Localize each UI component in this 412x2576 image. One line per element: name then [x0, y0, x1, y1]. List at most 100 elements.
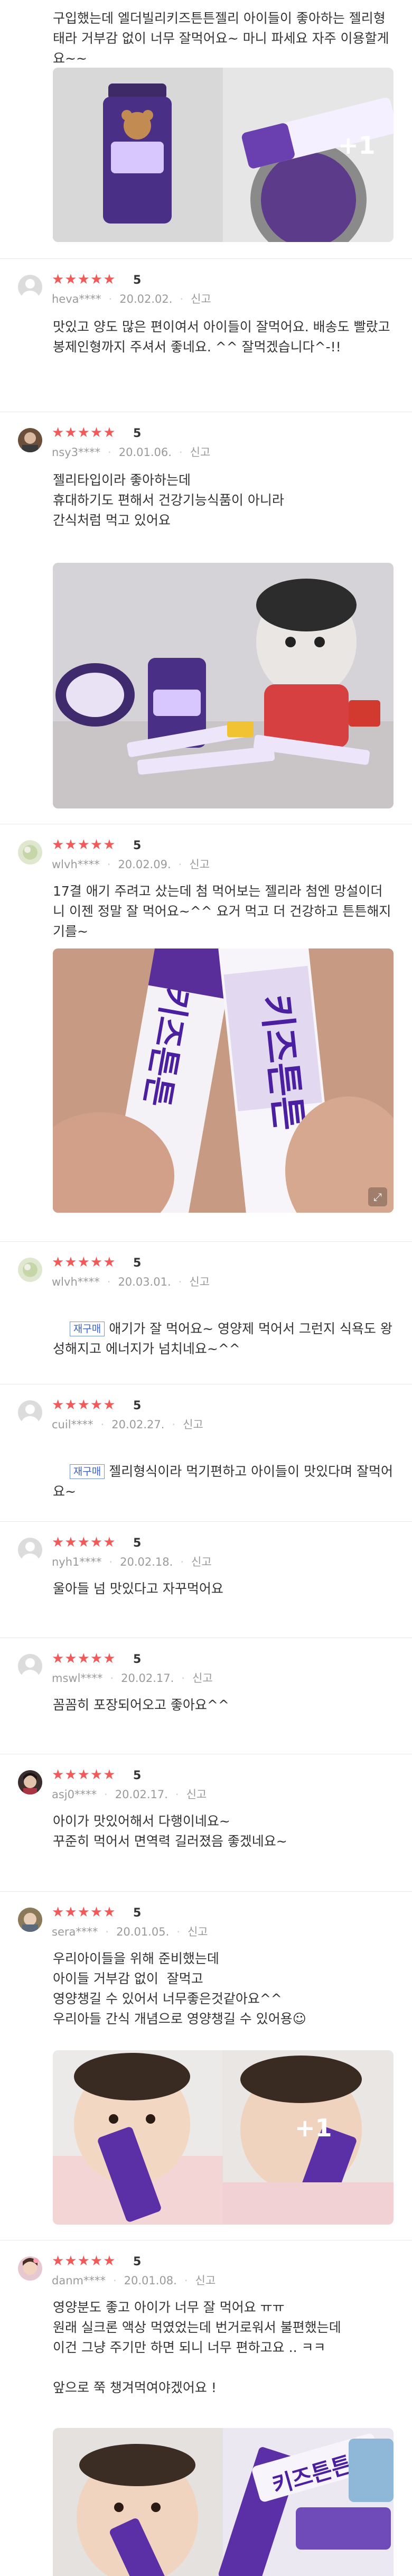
review-header: ★★★★★ 5 mswl**** · 20.02.17. · 신고 — [18, 1651, 388, 1686]
author-id: cuil**** — [52, 1418, 93, 1431]
review-date: 20.01.08. — [124, 2274, 177, 2287]
review-header: ★★★★★ 5 nyh1**** · 20.02.18. · 신고 — [18, 1535, 388, 1569]
review-item: ★★★★★ 5 asj0**** · 20.02.17. · 신고 아이가 맛있어해서 … — [0, 1754, 412, 1892]
more-photos-count: +1 — [295, 2114, 332, 2142]
expand-icon[interactable]: ⤢ — [368, 1187, 387, 1206]
product-photo: 키즈튼튼 키즈튼튼 — [53, 948, 394, 1213]
report-link[interactable]: 신고 — [188, 1926, 208, 1938]
review-meta: heva**** · 20.02.02. · 신고 — [52, 293, 211, 305]
author-id: heva**** — [52, 293, 101, 305]
report-link[interactable]: 신고 — [189, 858, 210, 871]
review-photos[interactable]: 키즈튼튼 — [53, 2428, 394, 2576]
author-id: wlvh**** — [52, 858, 100, 871]
review-item: ★★★★★ 5 nyh1**** · 20.02.18. · 신고 울아들 넘 맛있다고… — [0, 1522, 412, 1638]
avatar — [18, 1770, 42, 1794]
avatar-photo — [18, 1258, 42, 1282]
review-meta: sera**** · 20.01.05. · 신고 — [52, 1926, 208, 1938]
report-link[interactable]: 신고 — [191, 1556, 212, 1568]
rating-score: 5 — [133, 1257, 142, 1270]
review-text: 구입했는데 엘더빌리키즈튼튼젤리 아이들이 좋아하는 젤리형태라 거부감 없이 … — [53, 11, 389, 66]
avatar — [18, 428, 42, 452]
review-header: ★★★★★ 5 wlvh**** · 20.03.01. · 신고 — [18, 1254, 388, 1289]
more-photos-count: +1 — [338, 131, 376, 160]
author-id: nyh1**** — [52, 1556, 102, 1568]
review-meta: wlvh**** · 20.03.01. · 신고 — [52, 1276, 210, 1288]
rating-score: 5 — [133, 2255, 142, 2268]
review-item: ★★★★★ 5 mswl**** · 20.02.17. · 신고 꼼꼼히 포장되어오고… — [0, 1638, 412, 1754]
rating-score: 5 — [133, 274, 142, 287]
report-link[interactable]: 신고 — [192, 1672, 213, 1685]
review-meta: danm**** · 20.01.08. · 신고 — [52, 2274, 216, 2287]
rating-score: 5 — [133, 1537, 142, 1550]
avatar-photo — [18, 840, 42, 864]
review-meta: mswl**** · 20.02.17. · 신고 — [52, 1672, 213, 1685]
child-photo-pair — [53, 2050, 394, 2225]
review-text: 영양분도 좋고 아이가 너무 잘 먹어요 ㅠㅠ 원래 실크론 액상 먹였었는데 … — [53, 2300, 341, 2395]
report-link[interactable]: 신고 — [195, 2274, 216, 2287]
report-link[interactable]: 신고 — [191, 293, 211, 305]
star-rating: ★★★★★ — [52, 837, 116, 853]
review-item: 구입했는데 엘더빌리키즈튼튼젤리 아이들이 좋아하는 젤리형태라 거부감 없이 … — [0, 0, 412, 259]
review-item: ★★★★★ 5 danm**** · 20.01.08. · 신고 영양분도 좋고 아이… — [0, 2240, 412, 2576]
review-photos[interactable]: 키즈튼튼 키즈튼튼 ⤢ — [53, 948, 394, 1213]
review-date: 20.02.27. — [111, 1418, 165, 1431]
review-date: 20.03.01. — [118, 1276, 171, 1288]
review-header: ★★★★★ 5 sera**** · 20.01.05. · 신고 — [18, 1904, 388, 1939]
author-id: danm**** — [52, 2274, 106, 2287]
review-text: 우리아이들을 위해 준비했는데 아이들 거부감 없이 잘먹고 영양챙길 수 있어… — [53, 1951, 306, 2026]
author-id: asj0**** — [52, 1788, 97, 1801]
review-date: 20.02.17. — [121, 1672, 174, 1685]
review-header: ★★★★★ 5 cuil**** · 20.02.27. · 신고 — [18, 1397, 388, 1432]
author-id: sera**** — [52, 1926, 98, 1938]
child-photo-pair: 키즈튼튼 — [53, 2428, 394, 2576]
report-link[interactable]: 신고 — [190, 446, 211, 459]
review-meta: asj0**** · 20.02.17. · 신고 — [52, 1788, 207, 1801]
review-item: ★★★★★ 5 cuil**** · 20.02.27. · 신고 재구매 젤리형식이라 … — [0, 1384, 412, 1522]
star-rating: ★★★★★ — [52, 1904, 116, 1920]
author-id: wlvh**** — [52, 1276, 100, 1288]
star-rating: ★★★★★ — [52, 1535, 116, 1550]
report-link[interactable]: 신고 — [186, 1788, 207, 1801]
review-text: 젤리타입이라 좋아하는데 휴대하기도 편해서 건강기능식품이 아니라 간식처럼 … — [53, 472, 284, 528]
review-text: 울아들 넘 맛있다고 자꾸먹어요 — [53, 1581, 223, 1596]
avatar — [18, 1654, 42, 1678]
avatar — [18, 1400, 42, 1425]
review-meta: wlvh**** · 20.02.09. · 신고 — [52, 858, 210, 871]
avatar-photo — [18, 1770, 42, 1794]
review-item: ★★★★★ 5 nsy3**** · 20.01.06. · 신고 젤리타입이라 좋아하… — [0, 412, 412, 824]
star-rating: ★★★★★ — [52, 1651, 116, 1667]
repurchase-badge: 재구매 — [69, 1322, 105, 1336]
star-rating: ★★★★★ — [52, 2253, 116, 2269]
author-id: nsy3**** — [52, 446, 101, 459]
review-item: ★★★★★ 5 wlvh**** · 20.03.01. · 신고 재구매 애기가 잘 먹… — [0, 1242, 412, 1384]
review-date: 20.02.09. — [118, 858, 171, 871]
report-link[interactable]: 신고 — [189, 1276, 210, 1288]
avatar — [18, 1258, 42, 1282]
review-item: ★★★★★ 5 heva**** · 20.02.02. · 신고 맛있고 양도 많은 … — [0, 259, 412, 412]
star-rating: ★★★★★ — [52, 1254, 116, 1270]
rating-score: 5 — [133, 1399, 142, 1412]
review-date: 20.02.02. — [119, 293, 173, 305]
product-photo — [53, 563, 394, 808]
rating-score: 5 — [133, 427, 142, 440]
rating-score: 5 — [133, 1653, 142, 1666]
author-id: mswl**** — [52, 1672, 103, 1685]
star-rating: ★★★★★ — [52, 1397, 116, 1413]
star-rating: ★★★★★ — [52, 272, 116, 287]
report-link[interactable]: 신고 — [183, 1418, 203, 1431]
avatar-photo — [18, 428, 42, 452]
review-date: 20.02.18. — [120, 1556, 173, 1568]
review-date: 20.01.06. — [118, 446, 172, 459]
review-item: ★★★★★ 5 wlvh**** · 20.02.09. · 신고 17결 애기 주려고… — [0, 824, 412, 1242]
review-header: ★★★★★ 5 wlvh**** · 20.02.09. · 신고 — [18, 837, 388, 872]
review-header: ★★★★★ 5 asj0**** · 20.02.17. · 신고 — [18, 1767, 388, 1802]
review-text: 꼼꼼히 포장되어오고 좋아요^^ — [53, 1697, 229, 1713]
review-photos[interactable]: +1 — [53, 2050, 394, 2225]
review-photos[interactable]: +1 — [53, 68, 394, 242]
review-text: 17결 애기 주려고 샀는데 첨 먹어보는 젤리라 첨엔 망설이더니 이젠 정말… — [53, 884, 391, 939]
avatar — [18, 275, 42, 299]
review-photos[interactable] — [53, 563, 394, 808]
review-text-block: 재구매 애기가 잘 먹어요~ 영양제 먹어서 그런지 식욕도 왕성해지고 에너지가… — [53, 1299, 394, 1379]
avatar — [18, 2256, 42, 2281]
rating-score: 5 — [133, 839, 142, 852]
